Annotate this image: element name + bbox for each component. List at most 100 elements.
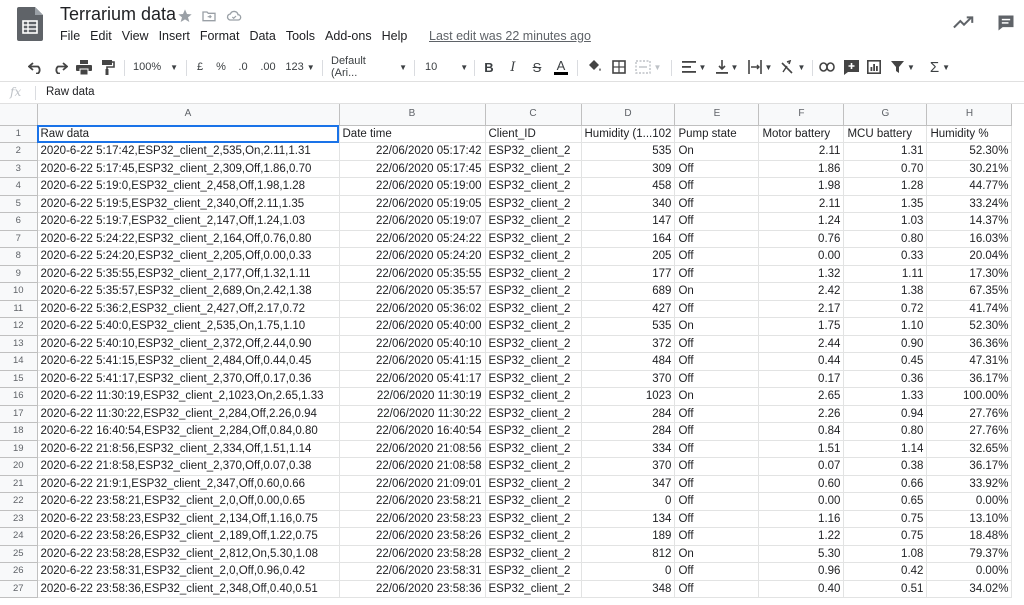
table-cell[interactable]: 2020-6-22 23:58:26,ESP32_client_2,189,Of… (37, 527, 340, 546)
column-header[interactable]: F (758, 104, 845, 126)
table-cell[interactable]: 2.44 (758, 335, 845, 353)
table-cell[interactable]: 372 (581, 335, 676, 353)
table-cell[interactable]: 0.75 (843, 527, 928, 546)
table-cell[interactable]: 348 (581, 580, 676, 598)
table-cell[interactable]: 2.11 (758, 142, 845, 161)
menu-edit[interactable]: Edit (90, 29, 112, 47)
table-cell[interactable]: 22/06/2020 23:58:21 (339, 492, 486, 511)
table-cell[interactable]: 2020-6-22 11:30:19,ESP32_client_2,1023,O… (37, 387, 340, 406)
table-cell[interactable]: Off (674, 212, 760, 231)
table-cell[interactable]: 0.66 (843, 475, 928, 493)
table-cell[interactable]: 177 (581, 265, 676, 283)
table-cell[interactable]: 1.16 (758, 510, 845, 528)
column-title-cell[interactable]: MCU battery (843, 125, 928, 143)
row-number[interactable]: 4 (0, 177, 38, 196)
document-title[interactable]: Terrarium data (60, 4, 176, 25)
table-cell[interactable]: ESP32_client_2 (485, 440, 582, 458)
table-cell[interactable]: Off (674, 160, 760, 178)
table-cell[interactable]: 1.98 (758, 177, 845, 196)
currency-format-button[interactable]: £ (193, 58, 207, 76)
table-cell[interactable]: 79.37% (926, 545, 1013, 563)
table-cell[interactable]: 22/06/2020 05:40:00 (339, 317, 486, 336)
strikethrough-button[interactable]: S (529, 58, 545, 76)
decrease-decimals-button[interactable]: .0 (234, 58, 252, 76)
table-cell[interactable]: 100.00% (926, 387, 1013, 406)
table-cell[interactable]: Off (674, 580, 760, 598)
table-cell[interactable]: 33.24% (926, 195, 1013, 213)
table-cell[interactable]: 2020-6-22 5:19:0,ESP32_client_2,458,Off,… (37, 177, 340, 196)
table-cell[interactable]: 33.92% (926, 475, 1013, 493)
table-cell[interactable]: 2020-6-22 5:35:55,ESP32_client_2,177,Off… (37, 265, 340, 283)
table-cell[interactable]: ESP32_client_2 (485, 142, 582, 161)
table-cell[interactable]: 0.00 (758, 492, 845, 511)
table-cell[interactable]: 2.65 (758, 387, 845, 406)
table-cell[interactable]: Off (674, 177, 760, 196)
row-number[interactable]: 19 (0, 440, 38, 458)
table-cell[interactable]: 22/06/2020 11:30:22 (339, 405, 486, 423)
menu-format[interactable]: Format (200, 29, 240, 47)
table-cell[interactable]: 427 (581, 300, 676, 318)
table-cell[interactable]: 18.48% (926, 527, 1013, 546)
table-cell[interactable]: 812 (581, 545, 676, 563)
row-number[interactable]: 23 (0, 510, 38, 528)
row-number[interactable]: 22 (0, 492, 38, 511)
table-cell[interactable]: 22/06/2020 23:58:23 (339, 510, 486, 528)
table-cell[interactable]: 0.94 (843, 405, 928, 423)
row-number[interactable]: 9 (0, 265, 38, 283)
last-edit-link[interactable]: Last edit was 22 minutes ago (429, 29, 591, 43)
table-cell[interactable]: 284 (581, 422, 676, 441)
table-cell[interactable]: Off (674, 370, 760, 388)
table-cell[interactable]: 1.38 (843, 282, 928, 301)
menu-insert[interactable]: Insert (159, 29, 190, 47)
functions-button[interactable]: Σ ▼ (926, 58, 954, 76)
table-cell[interactable]: 0.65 (843, 492, 928, 511)
table-cell[interactable]: ESP32_client_2 (485, 387, 582, 406)
table-cell[interactable]: ESP32_client_2 (485, 335, 582, 353)
table-cell[interactable]: Off (674, 510, 760, 528)
horizontal-align-button[interactable]: ▼ (680, 58, 708, 76)
table-cell[interactable]: 2020-6-22 5:41:17,ESP32_client_2,370,Off… (37, 370, 340, 388)
table-cell[interactable]: ESP32_client_2 (485, 510, 582, 528)
table-cell[interactable]: 0.84 (758, 422, 845, 441)
font-family-select[interactable]: Default (Ari... ▼ (331, 55, 407, 79)
table-cell[interactable]: 2.42 (758, 282, 845, 301)
row-number[interactable]: 25 (0, 545, 38, 563)
table-cell[interactable]: 0.80 (843, 422, 928, 441)
table-cell[interactable]: 2020-6-22 5:40:0,ESP32_client_2,535,On,1… (37, 317, 340, 336)
table-cell[interactable]: ESP32_client_2 (485, 352, 582, 371)
select-all-corner[interactable] (0, 104, 38, 126)
table-cell[interactable]: Off (674, 230, 760, 248)
table-cell[interactable]: ESP32_client_2 (485, 580, 582, 598)
table-cell[interactable]: Off (674, 457, 760, 476)
text-wrapping-button[interactable]: ▼ (746, 58, 774, 76)
table-cell[interactable]: 16.03% (926, 230, 1013, 248)
borders-button[interactable] (610, 58, 628, 76)
table-cell[interactable]: 14.37% (926, 212, 1013, 231)
table-cell[interactable]: 1.33 (843, 387, 928, 406)
table-cell[interactable]: 2020-6-22 21:8:56,ESP32_client_2,334,Off… (37, 440, 340, 458)
table-cell[interactable]: 22/06/2020 05:17:45 (339, 160, 486, 178)
table-cell[interactable]: ESP32_client_2 (485, 475, 582, 493)
table-cell[interactable]: Off (674, 195, 760, 213)
table-cell[interactable]: 164 (581, 230, 676, 248)
table-cell[interactable]: ESP32_client_2 (485, 545, 582, 563)
table-cell[interactable]: 0 (581, 492, 676, 511)
table-cell[interactable]: ESP32_client_2 (485, 562, 582, 581)
table-cell[interactable]: 0.44 (758, 352, 845, 371)
table-cell[interactable]: 22/06/2020 21:09:01 (339, 475, 486, 493)
table-cell[interactable]: 2020-6-22 21:9:1,ESP32_client_2,347,Off,… (37, 475, 340, 493)
table-cell[interactable]: 0.36 (843, 370, 928, 388)
table-cell[interactable]: 30.21% (926, 160, 1013, 178)
undo-button[interactable] (27, 58, 45, 76)
table-cell[interactable]: Off (674, 300, 760, 318)
table-cell[interactable]: 0.40 (758, 580, 845, 598)
table-cell[interactable]: 1.75 (758, 317, 845, 336)
column-title-cell[interactable]: Date time (339, 125, 486, 143)
table-cell[interactable]: 2020-6-22 5:36:2,ESP32_client_2,427,Off,… (37, 300, 340, 318)
row-number[interactable]: 10 (0, 282, 38, 301)
table-cell[interactable]: 22/06/2020 05:41:15 (339, 352, 486, 371)
table-cell[interactable]: 13.10% (926, 510, 1013, 528)
table-cell[interactable]: On (674, 317, 760, 336)
column-title-cell[interactable]: Motor battery (758, 125, 845, 143)
row-number[interactable]: 26 (0, 562, 38, 581)
